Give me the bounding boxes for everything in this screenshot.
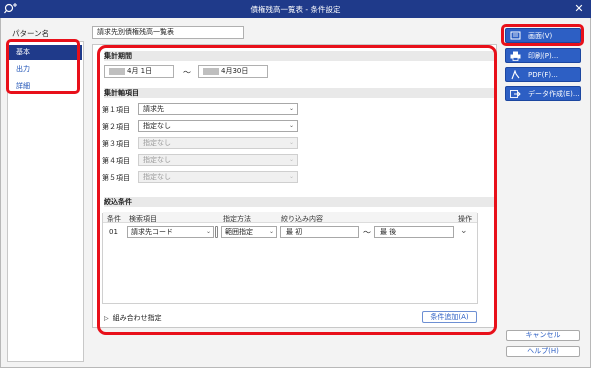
settings-highlight-annotation xyxy=(97,45,497,335)
data-export-button-label: データ作成(E)... xyxy=(528,90,580,98)
pdf-button[interactable]: PDF(F)... xyxy=(505,67,581,82)
help-button[interactable]: ヘルプ(H) xyxy=(506,346,580,357)
screen-button-highlight-annotation xyxy=(501,24,584,46)
cancel-button[interactable]: キャンセル xyxy=(506,330,580,341)
pattern-name-label: パターン名 xyxy=(12,29,50,38)
window-title: 債権残高一覧表 - 条件設定 xyxy=(250,5,341,14)
sidebar-highlight-annotation xyxy=(6,39,80,94)
pdf-icon xyxy=(510,69,521,80)
export-icon xyxy=(510,89,521,99)
print-button[interactable]: 印刷(P)... xyxy=(505,48,581,63)
print-button-label: 印刷(P)... xyxy=(528,52,559,60)
title-bar: 債権残高一覧表 - 条件設定 ✕ xyxy=(0,0,591,18)
pdf-button-label: PDF(F)... xyxy=(528,71,558,79)
data-export-button[interactable]: データ作成(E)... xyxy=(505,86,581,101)
close-icon[interactable]: ✕ xyxy=(573,2,585,16)
pattern-name-input[interactable]: 請求先別債権残高一覧表 xyxy=(92,26,244,39)
printer-icon xyxy=(510,51,521,61)
